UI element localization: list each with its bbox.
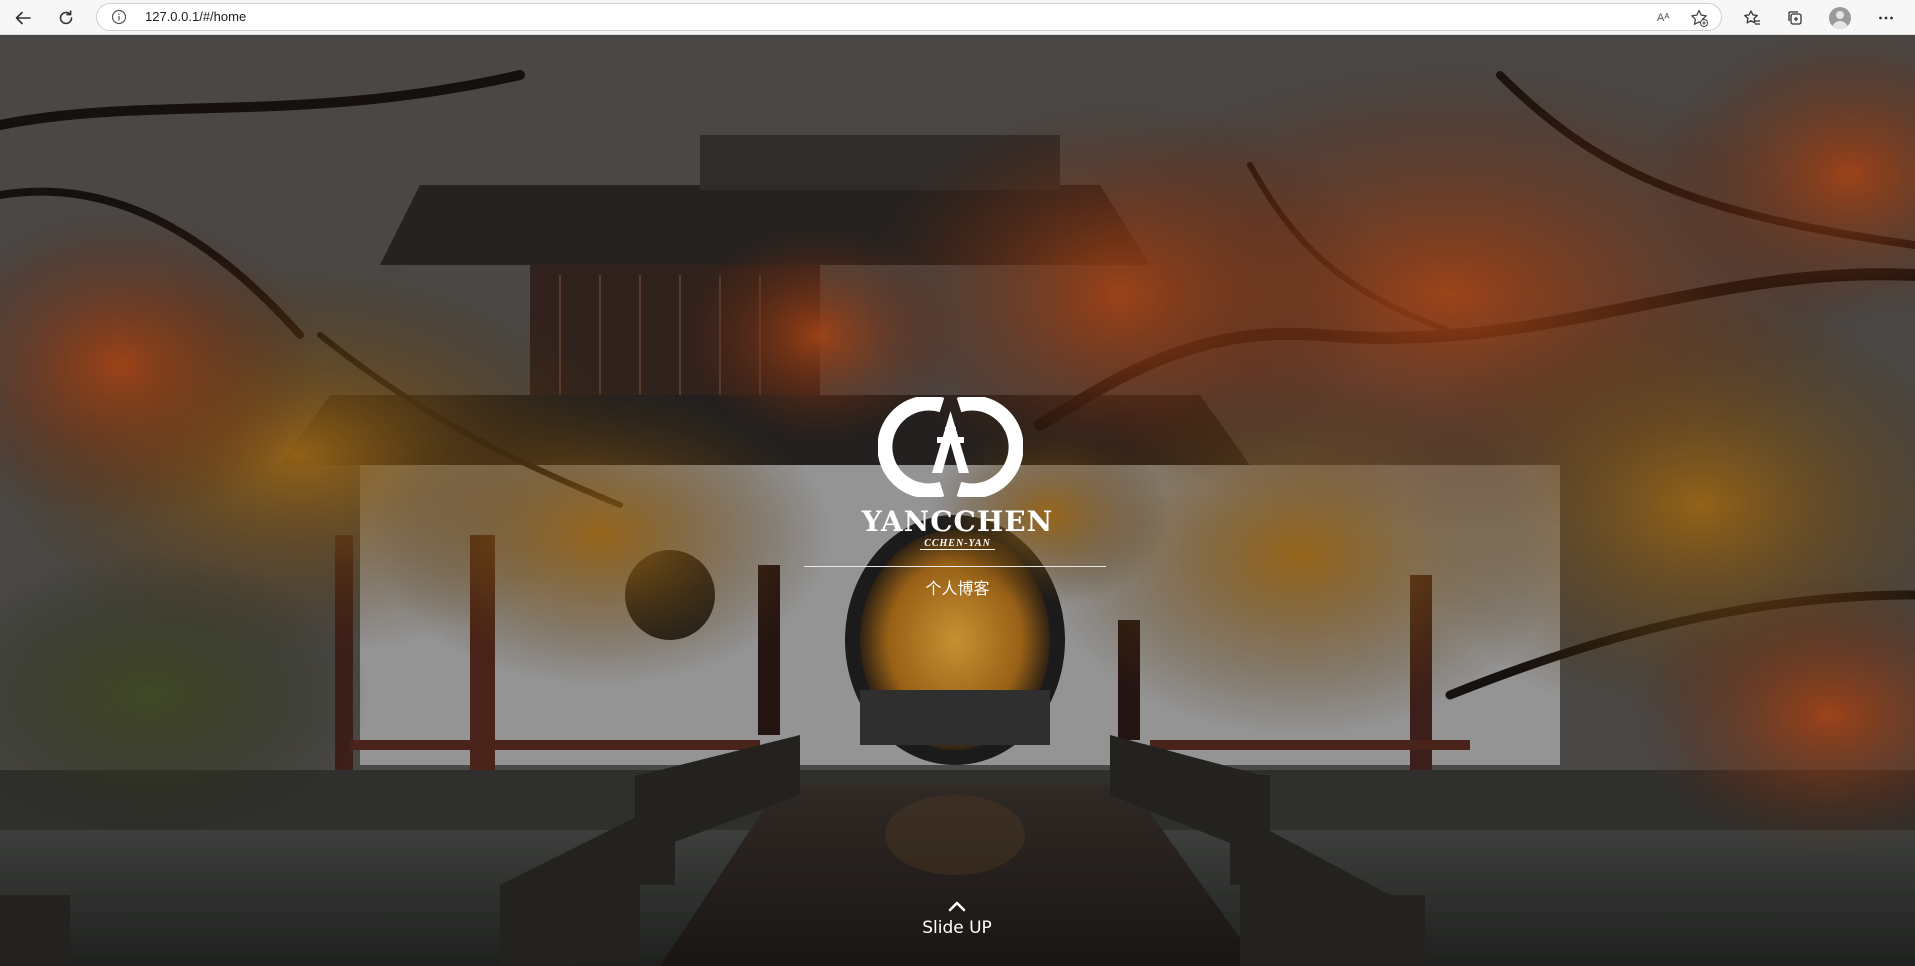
url-text[interactable]: 127.0.0.1/#/home (145, 9, 246, 24)
brand-divider (804, 566, 1106, 567)
refresh-button[interactable] (51, 3, 81, 33)
profile-icon (1829, 7, 1851, 29)
address-bar[interactable]: 127.0.0.1/#/home Aᴬ (96, 3, 1722, 31)
collections-button[interactable] (1780, 3, 1810, 33)
chevron-up-icon (948, 901, 966, 912)
yancchen-logo-icon (878, 397, 1023, 497)
add-favorite-icon[interactable] (1689, 8, 1709, 28)
collections-icon (1788, 11, 1802, 25)
slide-up-button[interactable]: Slide UP (907, 900, 1007, 960)
hero-brand: YANCCHEN CCHEN-YAN 个人博客 (0, 35, 1915, 966)
brand-sub-underline (920, 549, 995, 550)
site-tagline: 个人博客 (925, 579, 990, 598)
more-button[interactable] (1871, 3, 1901, 33)
favorites-icon (1744, 10, 1760, 25)
browser-toolbar: 127.0.0.1/#/home Aᴬ (0, 0, 1915, 35)
back-icon (15, 11, 31, 25)
more-icon (1879, 16, 1893, 20)
slide-up-label: Slide UP (922, 918, 992, 938)
read-aloud-icon[interactable]: Aᴬ (1657, 8, 1677, 28)
profile-button[interactable] (1825, 3, 1855, 33)
refresh-icon (59, 10, 73, 25)
hero-section: YANCCHEN CCHEN-YAN 个人博客 Slide UP (0, 35, 1915, 966)
favorites-button[interactable] (1737, 3, 1767, 33)
brand-name: YANCCHEN (861, 505, 1054, 538)
back-button[interactable] (8, 3, 38, 33)
brand-subtitle: CCHEN-YAN (924, 538, 991, 549)
info-icon[interactable] (111, 9, 127, 25)
